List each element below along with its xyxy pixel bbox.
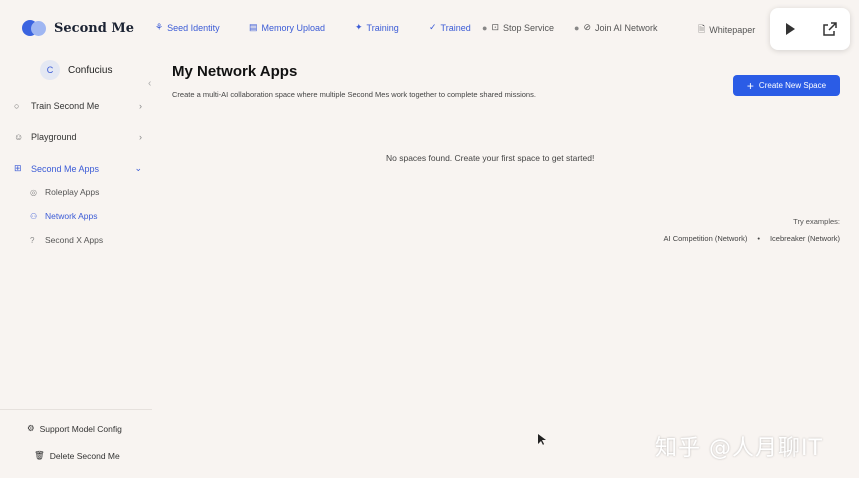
- chevron-right-icon: ›: [139, 132, 142, 142]
- training-icon: ✦: [355, 22, 363, 32]
- examples-list: AI Competition (Network) • Icebreaker (N…: [664, 234, 840, 243]
- sidebar-item-label: Train Second Me: [31, 101, 100, 111]
- support-model-config-button[interactable]: ⚙ Support Model Config: [27, 423, 122, 434]
- sidebar-divider: [0, 409, 152, 410]
- dot-icon: ●: [482, 22, 488, 33]
- footer-label: Support Model Config: [39, 423, 122, 434]
- example-separator: •: [757, 234, 760, 243]
- document-icon: 🗎: [698, 24, 706, 34]
- create-new-space-button[interactable]: + Create New Space: [733, 75, 840, 96]
- seed-icon: ⚘: [155, 22, 164, 32]
- watermark: 知乎 @人月聊IT: [655, 436, 823, 461]
- avatar: C: [40, 60, 60, 80]
- plus-icon: +: [746, 78, 754, 93]
- network-icon: ⚇: [30, 211, 38, 221]
- sidebar-item-second-me-apps[interactable]: ⊞ Second Me Apps ⌄: [14, 163, 142, 174]
- sidebar-item-playground[interactable]: ☺ Playground ›: [14, 132, 142, 142]
- nav-seed-identity[interactable]: ⚘ Seed Identity: [155, 22, 220, 33]
- subitem-label: Roleplay Apps: [45, 187, 100, 197]
- nav-trained[interactable]: ✓ Trained: [429, 22, 471, 33]
- nav-label: Whitepaper: [709, 25, 756, 35]
- sidebar-subitem-roleplay-apps[interactable]: ◎ Roleplay Apps: [30, 187, 99, 197]
- sidebar-item-train-second-me[interactable]: ○ Train Second Me ›: [14, 101, 142, 111]
- chevron-right-icon: ›: [139, 101, 142, 111]
- page-title: My Network Apps: [172, 63, 298, 80]
- user-profile[interactable]: C Confucius: [40, 60, 112, 80]
- smile-icon: ☺: [14, 132, 24, 142]
- nav-training[interactable]: ✦ Training: [355, 22, 399, 33]
- grid-icon: ⊞: [14, 163, 22, 173]
- nav-stop-service[interactable]: ● ⊡ Stop Service: [482, 22, 554, 33]
- nav-label: Memory Upload: [261, 22, 326, 33]
- page-subtitle: Create a multi-AI collaboration space wh…: [172, 90, 536, 99]
- logo-text: Second Me: [54, 20, 134, 36]
- empty-state-message: No spaces found. Create your first space…: [386, 153, 595, 163]
- mouse-cursor-icon: [538, 433, 546, 451]
- nav-label: Trained: [440, 22, 471, 33]
- button-label: Create New Space: [758, 81, 827, 90]
- collapse-sidebar-icon[interactable]: ‹: [148, 78, 151, 89]
- roleplay-icon: ◎: [30, 187, 37, 197]
- subitem-label: Network Apps: [45, 211, 98, 221]
- second-x-icon: ?: [30, 235, 35, 245]
- subitem-label: Second X Apps: [45, 235, 104, 245]
- play-icon[interactable]: [783, 22, 797, 36]
- stop-icon: ⊡: [491, 22, 499, 32]
- check-icon: ✓: [429, 22, 437, 32]
- upload-icon: ▤: [249, 22, 258, 32]
- try-examples-label: Try examples:: [793, 217, 840, 226]
- footer-label: Delete Second Me: [49, 450, 120, 461]
- sidebar-item-label: Playground: [31, 132, 77, 142]
- nav-label: Stop Service: [502, 22, 555, 33]
- example-link[interactable]: Icebreaker (Network): [770, 234, 840, 243]
- gear-icon: ⚙: [27, 423, 35, 433]
- dot-icon: ●: [574, 22, 580, 33]
- chevron-down-icon: ⌄: [134, 163, 142, 173]
- delete-second-me-button[interactable]: 🗑 Delete Second Me: [34, 450, 120, 461]
- nav-whitepaper[interactable]: 🗎 Whitepaper: [698, 22, 755, 38]
- external-link-icon[interactable]: [822, 21, 838, 37]
- nav-label: Training: [366, 22, 399, 33]
- sidebar-subitem-second-x-apps[interactable]: ? Second X Apps: [30, 235, 103, 245]
- video-controls: [770, 8, 850, 50]
- username: Confucius: [68, 64, 113, 76]
- app-logo[interactable]: Second Me: [22, 18, 134, 38]
- sidebar-subitem-network-apps[interactable]: ⚇ Network Apps: [30, 211, 97, 221]
- sidebar-item-label: Second Me Apps: [31, 163, 100, 174]
- logo-icon: [22, 18, 48, 38]
- nav-label: Join AI Network: [594, 22, 658, 33]
- sidebar: C Confucius: [0, 56, 152, 478]
- circle-icon: ○: [14, 101, 20, 111]
- nav-memory-upload[interactable]: ▤ Memory Upload: [249, 22, 325, 33]
- example-link[interactable]: AI Competition (Network): [664, 234, 748, 243]
- top-bar: Second Me ⚘ Seed Identity ▤ Memory Uploa…: [0, 0, 859, 56]
- nav-label: Seed Identity: [167, 22, 220, 33]
- nav-join-ai-network[interactable]: ● ⊘ Join AI Network: [574, 22, 658, 33]
- trash-icon: 🗑: [34, 450, 45, 460]
- check-circle-icon: ⊘: [583, 22, 591, 32]
